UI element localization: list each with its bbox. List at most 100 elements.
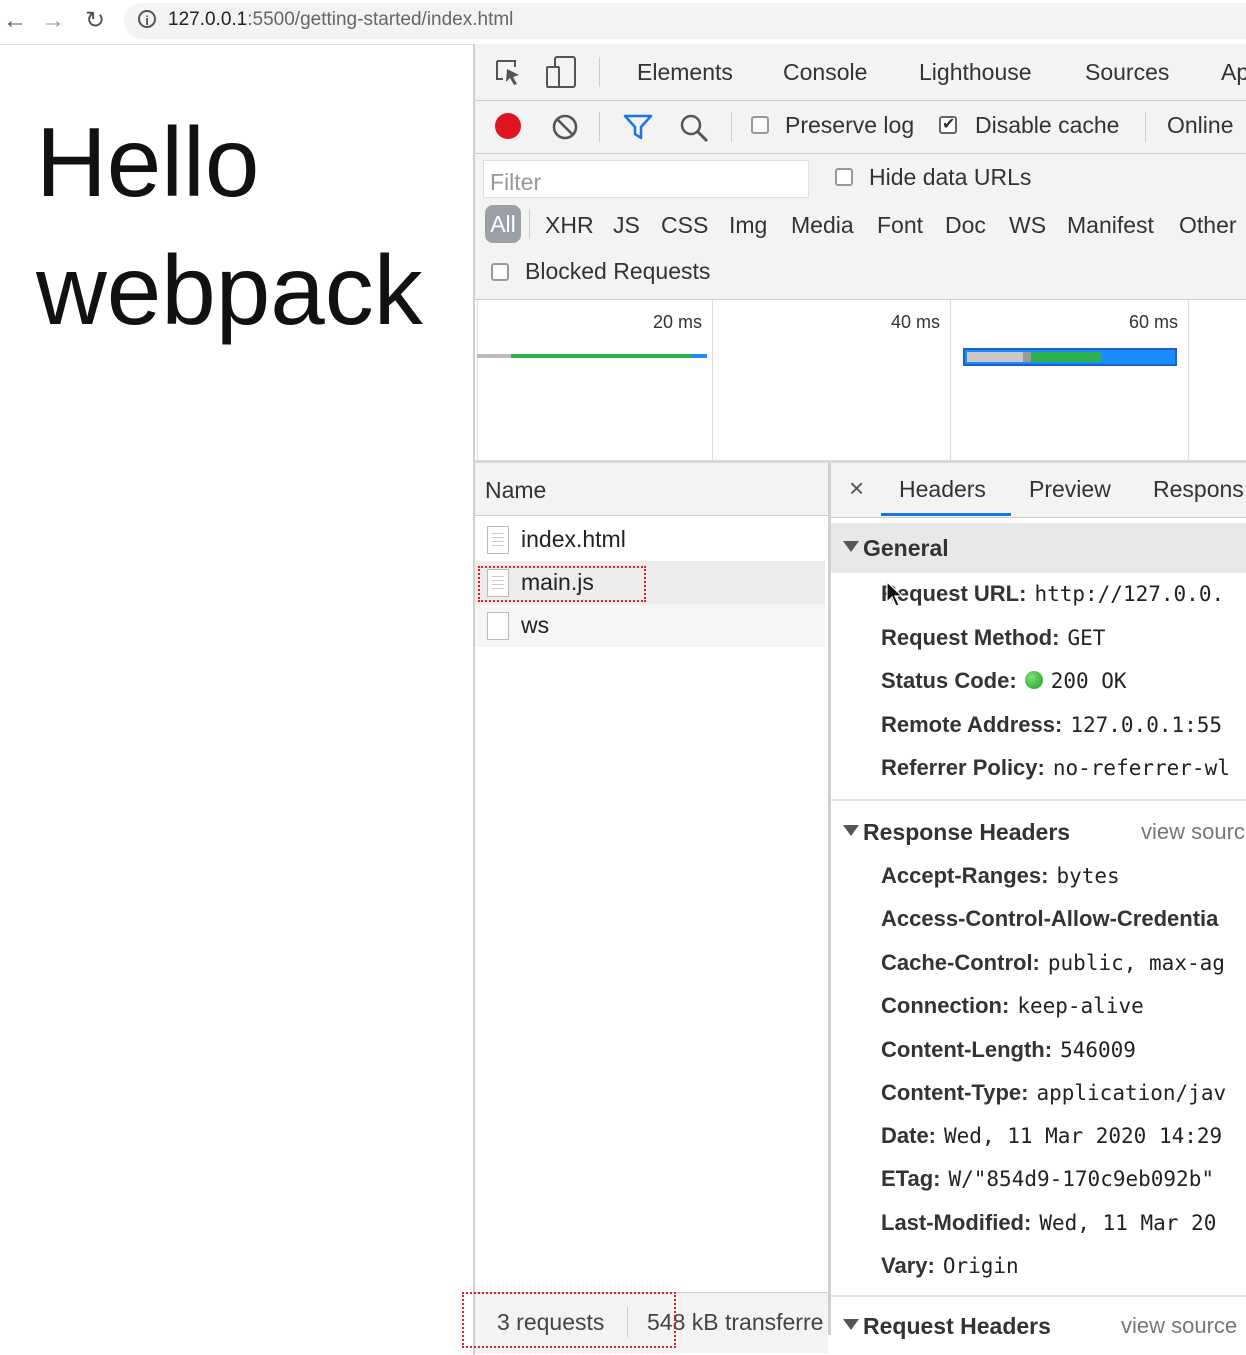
- header-value: 200 OK: [1050, 669, 1127, 693]
- filter-icon[interactable]: [623, 113, 653, 141]
- header-row: Connection: keep-alive: [881, 993, 1144, 1019]
- arrow-left-icon[interactable]: ←: [0, 6, 30, 36]
- response-headers-section-header[interactable]: Response Headers view sourc: [831, 807, 1246, 857]
- device-toolbar-icon[interactable]: [545, 55, 579, 89]
- header-row: Status Code: 200 OK: [881, 668, 1127, 694]
- hide-data-urls-checkbox[interactable]: [835, 168, 853, 186]
- view-source-link[interactable]: view source: [1121, 1313, 1237, 1339]
- name-column-header[interactable]: Name: [475, 463, 828, 516]
- section-title: General: [863, 535, 949, 561]
- tab-sources[interactable]: Sources: [1085, 59, 1169, 86]
- tab-response[interactable]: Respons: [1153, 476, 1244, 503]
- toolbar-separator: [529, 209, 530, 239]
- blocked-requests-label: Blocked Requests: [525, 258, 711, 284]
- section-title: Response Headers: [863, 819, 1071, 845]
- header-value: 127.0.0.1:55: [1070, 713, 1223, 737]
- header-value: no-referrer-wl: [1052, 756, 1230, 780]
- type-filter-manifest[interactable]: Manifest: [1067, 212, 1154, 239]
- type-filter-img[interactable]: Img: [729, 212, 767, 239]
- page-heading: Hello webpack: [36, 107, 423, 345]
- header-row: Cache-Control: public, max-ag: [881, 950, 1225, 976]
- waterfall-bar-waiting: [477, 354, 511, 358]
- info-icon[interactable]: i: [138, 10, 156, 28]
- header-value: application/jav: [1036, 1081, 1227, 1105]
- throttling-select[interactable]: Online: [1167, 112, 1233, 139]
- header-value: keep-alive: [1017, 994, 1144, 1018]
- reload-icon[interactable]: ↻: [80, 6, 110, 36]
- tick-label: 20 ms: [653, 312, 703, 332]
- header-key: Vary:: [881, 1253, 935, 1278]
- toolbar-separator: [599, 57, 600, 87]
- url-text[interactable]: 127.0.0.1:5500/getting-started/index.htm…: [168, 9, 513, 31]
- tab-console[interactable]: Console: [783, 59, 867, 86]
- header-row: Request URL: http://127.0.0.: [881, 581, 1224, 607]
- type-filter-all[interactable]: All: [485, 205, 521, 243]
- gridline: [950, 300, 951, 460]
- header-row: Remote Address: 127.0.0.1:55: [881, 712, 1222, 738]
- document-icon: [487, 526, 509, 554]
- tab-preview[interactable]: Preview: [1029, 476, 1111, 503]
- arrow-right-icon[interactable]: →: [38, 6, 68, 36]
- section-title: Request Headers: [863, 1313, 1051, 1339]
- header-row: Date: Wed, 11 Mar 2020 14:29: [881, 1123, 1222, 1149]
- type-filter-css[interactable]: CSS: [661, 212, 708, 239]
- document-icon: [487, 612, 509, 640]
- request-headers-section-header[interactable]: Request Headers view source: [831, 1301, 1246, 1351]
- tab-headers[interactable]: Headers: [899, 476, 986, 503]
- table-row[interactable]: ws: [475, 604, 825, 647]
- header-row: Content-Length: 546009: [881, 1037, 1136, 1063]
- search-icon[interactable]: [679, 113, 709, 143]
- general-section-header[interactable]: General: [831, 523, 1246, 573]
- inspect-element-icon[interactable]: [493, 57, 525, 89]
- toolbar-separator: [1145, 112, 1146, 142]
- preserve-log-checkbox[interactable]: [751, 116, 769, 134]
- devtools-panel: Elements Console Lighthouse Sources Ap P…: [473, 44, 1246, 1355]
- view-source-link[interactable]: view sourc: [1141, 819, 1245, 845]
- type-filter-xhr[interactable]: XHR: [545, 212, 594, 239]
- header-value: public, max-ag: [1047, 951, 1225, 975]
- disable-cache-label: Disable cache: [975, 112, 1120, 138]
- waterfall-bar-ttfb: [511, 354, 691, 358]
- header-key: Remote Address:: [881, 712, 1063, 737]
- header-key: Referrer Policy:: [881, 755, 1045, 780]
- type-filter-doc[interactable]: Doc: [945, 212, 986, 239]
- gridline: [1188, 300, 1189, 460]
- table-row[interactable]: index.html: [475, 518, 825, 561]
- header-key: Content-Type:: [881, 1080, 1029, 1105]
- tab-elements[interactable]: Elements: [637, 59, 733, 86]
- filter-input[interactable]: Filter: [483, 160, 809, 198]
- clear-icon[interactable]: [551, 113, 579, 141]
- blocked-requests-checkbox[interactable]: [491, 263, 509, 281]
- preserve-log-label: Preserve log: [785, 112, 915, 138]
- disable-cache-checkbox[interactable]: [939, 114, 957, 134]
- triangle-down-icon: [843, 1319, 859, 1330]
- tick-label: 60 ms: [1129, 312, 1179, 332]
- triangle-down-icon: [843, 825, 859, 836]
- header-row: ETag: W/"854d9-170c9eb092b": [881, 1166, 1214, 1192]
- type-filter-font[interactable]: Font: [877, 212, 923, 239]
- tab-application[interactable]: Ap: [1221, 59, 1246, 86]
- header-row: Request Method: GET: [881, 625, 1105, 651]
- network-toolbar: Preserve log Disable cache Online: [475, 101, 1246, 154]
- request-name: index.html: [521, 526, 626, 552]
- header-key: Accept-Ranges:: [881, 863, 1049, 888]
- header-key: Last-Modified:: [881, 1210, 1032, 1235]
- header-key: Request Method:: [881, 625, 1060, 650]
- record-icon[interactable]: [495, 113, 521, 139]
- header-value: W/"854d9-170c9eb092b": [948, 1167, 1214, 1191]
- type-filter-media[interactable]: Media: [791, 212, 854, 239]
- close-icon[interactable]: ×: [849, 473, 864, 504]
- header-key: Cache-Control:: [881, 950, 1040, 975]
- type-filter-other[interactable]: Other: [1179, 212, 1237, 239]
- request-name: ws: [521, 612, 550, 638]
- header-key: ETag:: [881, 1166, 941, 1191]
- gridline: [477, 300, 478, 460]
- header-key: Access-Control-Allow-Credentia: [881, 906, 1219, 931]
- type-filter-ws[interactable]: WS: [1009, 212, 1046, 239]
- type-filter-js[interactable]: JS: [613, 212, 640, 239]
- tab-lighthouse[interactable]: Lighthouse: [919, 59, 1032, 86]
- gridline: [712, 300, 713, 460]
- header-row: Content-Type: application/jav: [881, 1080, 1226, 1106]
- details-tab-bar: × Headers Preview Respons: [831, 463, 1246, 518]
- timeline-overview[interactable]: 20 ms 40 ms 60 ms: [475, 300, 1246, 463]
